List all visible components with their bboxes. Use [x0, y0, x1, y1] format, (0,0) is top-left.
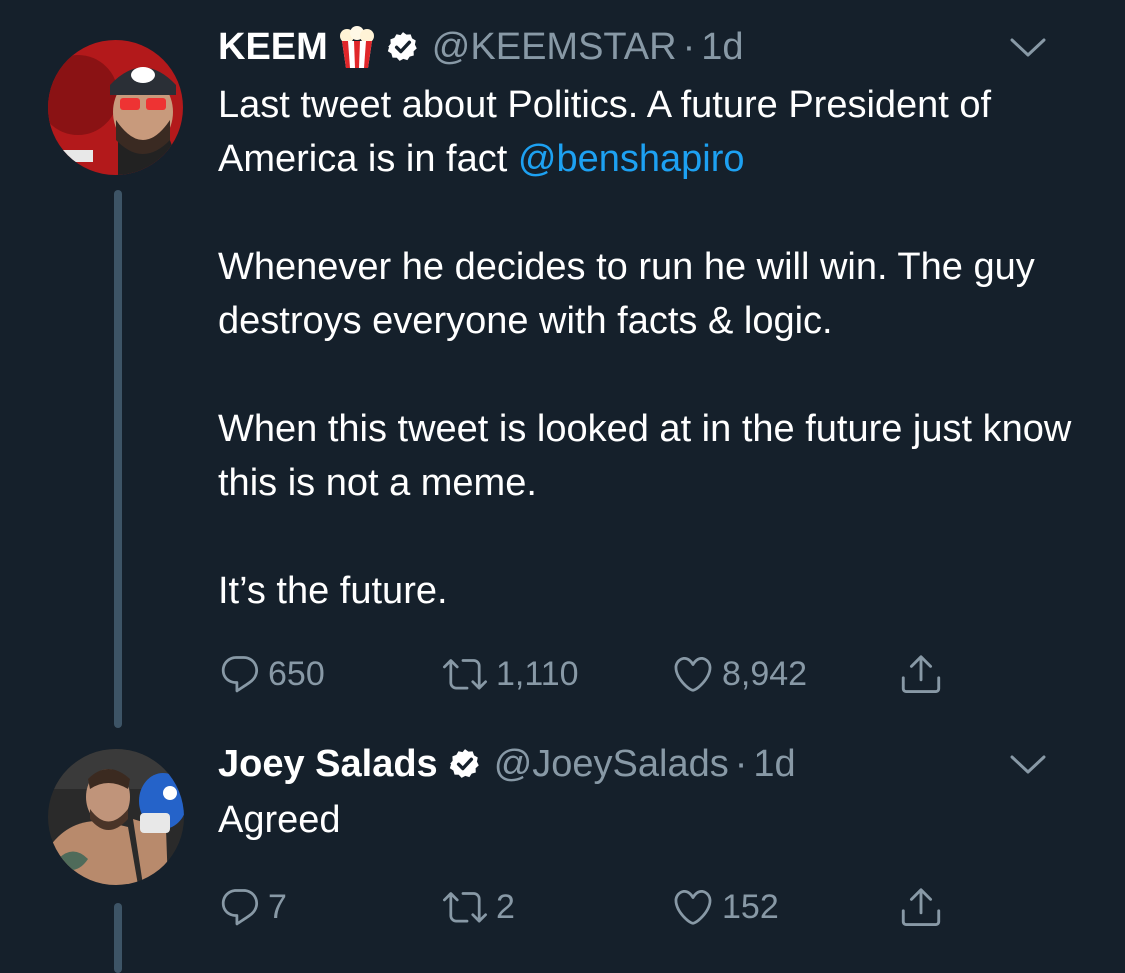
tweet-header: KEEM @KEEMSTAR · 1d: [218, 25, 1085, 69]
display-name[interactable]: KEEM: [218, 25, 328, 69]
reply-button[interactable]: 650: [218, 646, 325, 702]
tweet-text: Agreed: [218, 793, 1098, 847]
retweet-button[interactable]: 2: [440, 879, 515, 935]
reply-icon: [221, 889, 259, 926]
tweet-paragraph: When this tweet is looked at in the futu…: [218, 408, 1072, 504]
thread-line: [114, 903, 122, 973]
handle[interactable]: @KEEMSTAR: [432, 25, 677, 69]
tweet-actions: 650 1,110 8,942: [218, 646, 978, 702]
verified-badge-icon: [448, 747, 482, 781]
tweet-actions: 7 2 152: [218, 879, 978, 935]
reply-button[interactable]: 7: [218, 879, 287, 935]
retweet-icon: [443, 892, 487, 923]
separator: ·: [682, 26, 696, 68]
share-button[interactable]: [898, 879, 944, 935]
tweet-text: Last tweet about Politics. A future Pres…: [218, 78, 1098, 618]
display-name[interactable]: Joey Salads: [218, 742, 438, 786]
handle[interactable]: @JoeySalads: [494, 742, 729, 786]
chevron-down-icon[interactable]: [1009, 742, 1047, 786]
like-button[interactable]: 152: [670, 879, 779, 935]
reply-icon: [221, 656, 259, 693]
like-count: 152: [722, 887, 779, 926]
like-count: 8,942: [722, 654, 808, 693]
tweet-header: Joey Salads @JoeySalads · 1d: [218, 742, 1085, 786]
heart-icon: [674, 656, 712, 692]
share-button[interactable]: [898, 646, 944, 702]
timestamp[interactable]: 1d: [753, 742, 795, 786]
share-icon: [901, 655, 941, 694]
tweet-paragraph: Whenever he decides to run he will win. …: [218, 246, 1035, 342]
avatar[interactable]: [48, 40, 183, 175]
like-button[interactable]: 8,942: [670, 646, 807, 702]
chevron-down-icon[interactable]: [1009, 25, 1047, 69]
share-icon: [901, 888, 941, 927]
reply-count: 650: [268, 654, 325, 693]
avatar[interactable]: [48, 749, 184, 885]
retweet-count: 2: [496, 887, 515, 926]
retweet-button[interactable]: 1,110: [440, 646, 579, 702]
tweet-paragraph: It’s the future.: [218, 570, 448, 612]
heart-icon: [674, 889, 712, 925]
separator: ·: [734, 743, 748, 785]
tweet[interactable]: Joey Salads @JoeySalads · 1d Agreed 7 2: [0, 735, 1125, 973]
retweet-count: 1,110: [496, 654, 579, 693]
mention-link[interactable]: @benshapiro: [518, 138, 745, 180]
popcorn-icon: [338, 26, 376, 68]
thread-line: [114, 190, 122, 728]
reply-count: 7: [268, 887, 287, 926]
tweet-paragraph: Agreed: [218, 799, 341, 841]
retweet-icon: [443, 659, 487, 690]
verified-badge-icon: [386, 30, 420, 64]
timestamp[interactable]: 1d: [701, 25, 743, 69]
tweet-paragraph: Last tweet about Politics. A future Pres…: [218, 78, 1098, 186]
tweet[interactable]: KEEM @KEEMSTAR · 1d Last tweet about Pol…: [0, 0, 1125, 735]
